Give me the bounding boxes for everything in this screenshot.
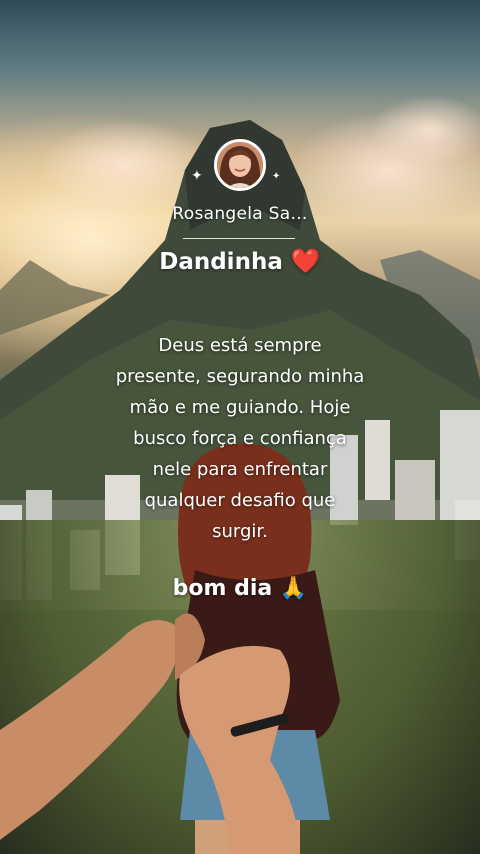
sparkle-icon: ✦ [191, 168, 203, 184]
avatar[interactable] [214, 139, 266, 191]
message-line: qualquer desafio que [144, 490, 336, 511]
sparkle-icon: ✦ [272, 171, 281, 182]
message-line: busco força e confiança [133, 428, 347, 449]
greeting: bom dia 🙏 [0, 576, 480, 601]
nickname-text: Dandinha [159, 249, 283, 275]
username[interactable]: Rosangela Sa... [0, 204, 480, 224]
avatar-icon [217, 142, 263, 188]
post-screen: ✦ ✦ Rosangela Sa... Dandinha ❤️ Deus est… [0, 0, 480, 854]
praying-hands-icon: 🙏 [279, 576, 308, 601]
message-line: presente, segurando minha [115, 366, 365, 387]
message-line: surgir. [212, 521, 268, 542]
nickname: Dandinha ❤️ [0, 247, 480, 275]
heart-icon: ❤️ [290, 247, 321, 275]
message-line: mão e me guiando. Hoje [129, 397, 351, 418]
divider [183, 238, 295, 239]
greeting-text: bom dia [172, 576, 273, 601]
message-text: Deus está sempre presente, segurando min… [70, 330, 410, 547]
message-line: Deus está sempre [158, 335, 322, 356]
holding-hands [0, 613, 300, 854]
message-line: nele para enfrentar [152, 459, 328, 480]
